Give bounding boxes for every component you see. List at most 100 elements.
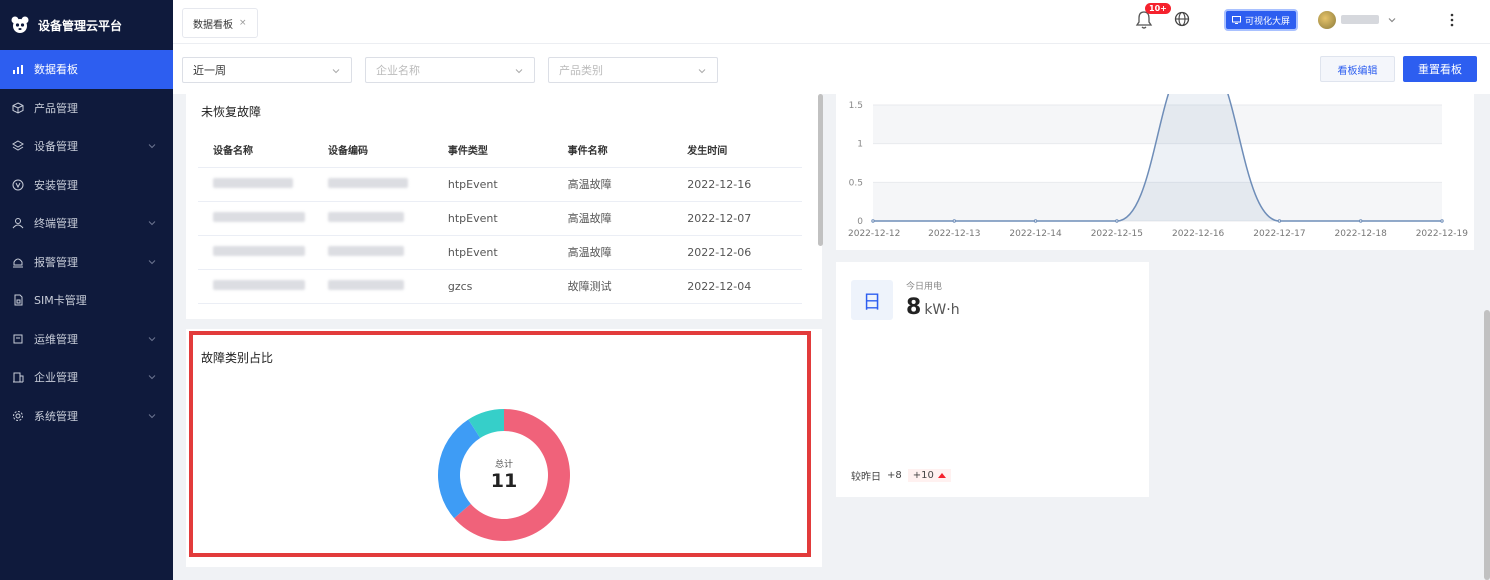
data-point[interactable] bbox=[1277, 219, 1282, 223]
time-cell: 2022-12-07 bbox=[672, 201, 802, 236]
device-code-cell bbox=[312, 201, 433, 236]
sidebar: 设备管理云平台 数据看板产品管理设备管理安装管理终端管理报警管理 SIM卡管理运维… bbox=[0, 0, 173, 580]
donut-total-value: 11 bbox=[490, 470, 518, 492]
unresolved-faults-title: 未恢复故障 bbox=[201, 105, 262, 119]
event-name-cell: 高温故障 bbox=[552, 235, 673, 270]
data-point[interactable] bbox=[1115, 219, 1119, 223]
app-logo[interactable]: 设备管理云平台 bbox=[0, 0, 173, 50]
sidebar-item-0[interactable]: 数据看板 bbox=[0, 50, 173, 89]
sidebar-item-label: 报警管理 bbox=[34, 255, 78, 269]
user-icon bbox=[12, 218, 24, 229]
sidebar-item-9[interactable]: 系统管理 bbox=[0, 397, 173, 436]
sidebar-item-6[interactable]: SIM卡管理 bbox=[0, 281, 173, 320]
tab-close-icon[interactable]: × bbox=[239, 18, 247, 28]
data-point[interactable] bbox=[1440, 219, 1444, 223]
data-point[interactable] bbox=[952, 219, 956, 223]
compare-row: 较昨日 +8 +10 bbox=[851, 468, 951, 483]
redacted-device-name bbox=[213, 177, 293, 188]
x-tick-label: 2022-12-19 bbox=[1416, 229, 1469, 239]
sidebar-item-2[interactable]: 设备管理 bbox=[0, 127, 173, 166]
redacted-device-name bbox=[213, 211, 305, 222]
table-scrollbar[interactable] bbox=[818, 94, 823, 246]
table-row[interactable]: htpEvent 高温故障 2022-12-16 bbox=[198, 167, 802, 202]
power-unit: kW·h bbox=[924, 302, 960, 318]
sidebar-item-3[interactable]: 安装管理 bbox=[0, 166, 173, 205]
fault-ratio-panel: 故障类别占比 总计 11 bbox=[186, 329, 822, 567]
device-name-cell bbox=[198, 235, 313, 270]
period-value: 近一周 bbox=[193, 64, 226, 77]
sidebar-item-1[interactable]: 产品管理 bbox=[0, 89, 173, 128]
data-point[interactable] bbox=[1033, 219, 1038, 223]
x-tick-label: 2022-12-18 bbox=[1335, 229, 1388, 239]
panda-logo-icon bbox=[11, 16, 29, 33]
sidebar-item-4[interactable]: 终端管理 bbox=[0, 204, 173, 243]
sidebar-item-7[interactable]: 运维管理 bbox=[0, 320, 173, 359]
notification-badge: 10+ bbox=[1145, 3, 1171, 14]
reset-dashboard-button[interactable]: 重置看板 bbox=[1403, 56, 1477, 82]
redacted-device-code bbox=[327, 211, 404, 222]
install-icon bbox=[12, 179, 24, 191]
power-card: 日 今日用电 8 kW·h 较昨日 +8 +10 bbox=[836, 262, 1149, 497]
time-cell: 2022-12-16 bbox=[672, 167, 802, 202]
big-screen-button[interactable]: 可视化大屏 bbox=[1224, 9, 1299, 31]
redacted-device-name bbox=[213, 279, 305, 290]
monitor-icon bbox=[1232, 16, 1241, 24]
avatar[interactable] bbox=[1318, 11, 1336, 29]
y-tick-label: 0 bbox=[857, 217, 863, 227]
page-scrollbar[interactable] bbox=[1484, 310, 1490, 580]
big-screen-label: 可视化大屏 bbox=[1245, 16, 1291, 27]
delta-badge: +10 bbox=[907, 469, 951, 482]
chevron-down-icon bbox=[148, 375, 156, 380]
globe-icon[interactable] bbox=[1174, 11, 1190, 27]
compare-label: 较昨日 bbox=[851, 472, 881, 483]
period-select[interactable]: 近一周 bbox=[182, 57, 352, 83]
device-name-cell bbox=[198, 201, 313, 236]
event-type-cell: htpEvent bbox=[432, 167, 553, 202]
product-select[interactable]: 产品类别 bbox=[548, 57, 718, 83]
time-cell: 2022-12-06 bbox=[672, 235, 802, 270]
power-number: 8 bbox=[906, 295, 922, 320]
username-redacted[interactable] bbox=[1341, 15, 1379, 24]
sidebar-item-label: 设备管理 bbox=[34, 140, 78, 154]
compare-value: +8 bbox=[887, 470, 902, 481]
table-row[interactable]: gzcs 故障测试 2022-12-04 bbox=[198, 269, 802, 304]
sidebar-item-label: 安装管理 bbox=[34, 178, 78, 192]
column-header: 发生时间 bbox=[672, 132, 802, 168]
sidebar-item-5[interactable]: 报警管理 bbox=[0, 243, 173, 282]
edit-dashboard-button[interactable]: 看板编辑 bbox=[1320, 56, 1395, 82]
device-code-cell bbox=[312, 167, 433, 202]
sidebar-item-label: 数据看板 bbox=[34, 63, 78, 77]
event-name-cell: 高温故障 bbox=[552, 167, 673, 202]
company-select[interactable]: 企业名称 bbox=[365, 57, 535, 83]
chevron-down-icon bbox=[148, 221, 156, 226]
chevron-down-icon[interactable] bbox=[1387, 15, 1397, 25]
chevron-down-icon bbox=[515, 69, 523, 74]
unresolved-faults-panel: 未恢复故障 设备名称 设备编码 事件类型 事件名称 发生时间 htpEvent 高温故障 2… bbox=[186, 94, 822, 319]
device-name-cell bbox=[198, 269, 313, 304]
y-tick-label: 0.5 bbox=[849, 178, 863, 188]
more-vertical-icon[interactable] bbox=[1449, 12, 1455, 28]
device-code-cell bbox=[312, 235, 433, 270]
x-tick-label: 2022-12-17 bbox=[1253, 229, 1305, 239]
sidebar-item-8[interactable]: 企业管理 bbox=[0, 358, 173, 397]
sidebar-item-label: 运维管理 bbox=[34, 332, 78, 346]
trend-chart-panel: 0 0.5 1 1.5 2022-12-12 2022-12-13 2022-12-14 20… bbox=[836, 94, 1474, 250]
sim-card-icon bbox=[14, 294, 23, 306]
chevron-down-icon bbox=[698, 69, 706, 74]
chevron-down-icon bbox=[148, 144, 156, 149]
data-point[interactable] bbox=[1359, 219, 1363, 223]
delta-value: +10 bbox=[912, 470, 934, 481]
top-bar: 数据看板 × 10+ 可视化大屏 bbox=[173, 0, 1490, 44]
table-row[interactable]: htpEvent 高温故障 2022-12-06 bbox=[198, 235, 802, 270]
chevron-down-icon bbox=[148, 336, 156, 341]
fault-ratio-title: 故障类别占比 bbox=[201, 351, 274, 365]
x-tick-label: 2022-12-12 bbox=[848, 229, 900, 239]
chevron-down-icon bbox=[332, 69, 340, 74]
chevron-down-icon bbox=[148, 259, 156, 264]
trend-area-chart: 0 0.5 1 1.5 2022-12-12 2022-12-13 2022-12-14 20… bbox=[848, 94, 1469, 239]
tab-data-dashboard[interactable]: 数据看板 × bbox=[182, 8, 258, 38]
sidebar-item-label: 产品管理 bbox=[34, 101, 78, 115]
bar-chart-icon bbox=[13, 65, 23, 75]
data-point[interactable] bbox=[871, 219, 875, 223]
table-row[interactable]: htpEvent 高温故障 2022-12-07 bbox=[198, 201, 802, 236]
